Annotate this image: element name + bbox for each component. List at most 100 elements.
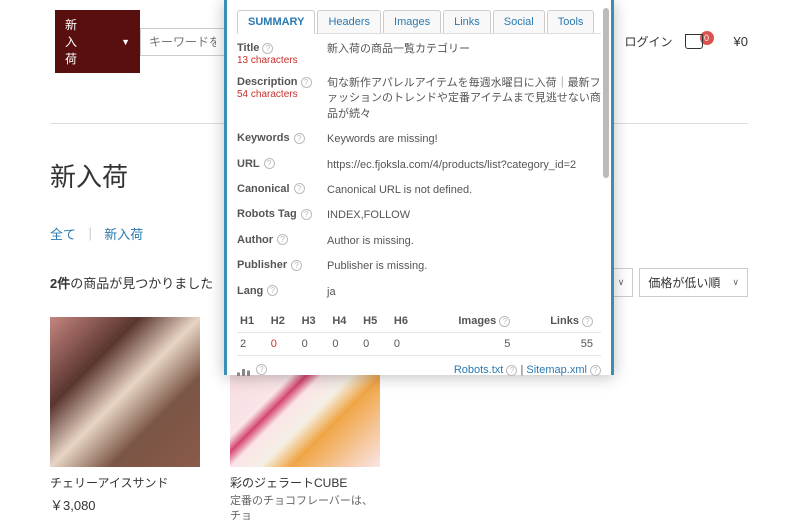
tab-summary[interactable]: SUMMARY: [237, 10, 315, 34]
meta-author-row: Author ? Author is missing.: [237, 234, 601, 249]
meta-title-row: Title ?13 characters 新入荷の商品一覧カテゴリー: [237, 42, 601, 66]
meta-canonical-value: Canonical URL is not defined.: [327, 183, 601, 198]
filter-separator: ｜: [84, 227, 97, 242]
meta-lang-row: Lang ? ja: [237, 285, 601, 300]
meta-publisher-value: Publisher is missing.: [327, 259, 601, 274]
help-icon[interactable]: ?: [301, 77, 312, 88]
cart-button[interactable]: 0: [685, 34, 714, 49]
filter-all[interactable]: 全て: [50, 227, 76, 242]
th-links: Links ?: [518, 310, 601, 333]
seo-tabs: SUMMARY Headers Images Links Social Tool…: [237, 10, 601, 34]
meta-url-label: URL ?: [237, 158, 327, 170]
sitemap-link[interactable]: Sitemap.xml: [526, 364, 587, 376]
product-description: 定番のチョコフレーバーは、チョ: [230, 494, 380, 525]
help-icon[interactable]: ?: [582, 316, 593, 327]
help-icon[interactable]: ?: [301, 209, 312, 220]
seo-summary-panel: SUMMARY Headers Images Links Social Tool…: [224, 0, 614, 375]
table-data-row: 2 0 0 0 0 0 5 55: [237, 332, 601, 355]
help-icon[interactable]: ?: [294, 133, 305, 144]
meta-desc-value: 旬な新作アパレルアイテムを毎週水曜日に入荷｜最新ファッションのトレンドや定番アイ…: [327, 76, 601, 122]
th-images: Images ?: [422, 310, 519, 333]
tab-images[interactable]: Images: [383, 10, 441, 33]
meta-keywords-value: Keywords are missing!: [327, 132, 601, 147]
chevron-down-icon: ∨: [618, 277, 625, 288]
td-h4: 0: [329, 332, 360, 355]
help-icon[interactable]: ?: [291, 260, 302, 271]
panel-footer: ? Robots.txt ? | Sitemap.xml ?: [237, 364, 601, 376]
chevron-down-icon: ∨: [732, 277, 739, 288]
result-count-suffix: の商品が見つかりました: [70, 276, 213, 291]
td-h6: 0: [391, 332, 422, 355]
help-icon[interactable]: ?: [499, 316, 510, 327]
cart-icon: [685, 34, 703, 49]
th-h6: H6: [391, 310, 422, 333]
meta-keywords-row: Keywords ? Keywords are missing!: [237, 132, 601, 147]
meta-robots-row: Robots Tag ? INDEX,FOLLOW: [237, 208, 601, 223]
meta-desc-label: Description ?54 characters: [237, 76, 327, 100]
tab-tools[interactable]: Tools: [547, 10, 595, 33]
search-input[interactable]: [140, 28, 225, 56]
meta-url-value: https://ec.fjoksla.com/4/products/list?c…: [327, 158, 601, 173]
heading-summary-table: H1 H2 H3 H4 H5 H6 Images ? Links ? 2 0 0…: [237, 310, 601, 356]
meta-desc-sub: 54 characters: [237, 89, 298, 100]
meta-author-value: Author is missing.: [327, 234, 601, 249]
meta-publisher-row: Publisher ? Publisher is missing.: [237, 259, 601, 274]
result-count: 2件の商品が見つかりました: [50, 273, 213, 292]
th-h4: H4: [329, 310, 360, 333]
td-images: 5: [422, 332, 519, 355]
category-selected-label: 新入荷: [65, 16, 81, 67]
help-icon[interactable]: ?: [267, 285, 278, 296]
meta-title-value: 新入荷の商品一覧カテゴリー: [327, 42, 601, 57]
product-name: 彩のジェラートCUBE: [230, 475, 380, 492]
sort-order-select[interactable]: 価格が低い順 ∨: [639, 268, 748, 297]
footer-links: Robots.txt ? | Sitemap.xml ?: [454, 364, 601, 376]
meta-title-sub: 13 characters: [237, 55, 298, 66]
help-icon[interactable]: ?: [256, 364, 267, 375]
td-h1: 2: [237, 332, 268, 355]
sort-order-label: 価格が低い順: [648, 274, 720, 291]
meta-author-label: Author ?: [237, 234, 327, 246]
td-h5: 0: [360, 332, 391, 355]
product-card[interactable]: チェリーアイスサンド ￥3,080: [50, 317, 200, 525]
tab-headers[interactable]: Headers: [317, 10, 381, 33]
scrollbar[interactable]: [603, 8, 609, 178]
help-icon[interactable]: ?: [264, 158, 275, 169]
meta-publisher-label: Publisher ?: [237, 259, 327, 271]
category-select[interactable]: 新入荷 ▼: [55, 10, 140, 73]
meta-keywords-label: Keywords ?: [237, 132, 327, 144]
help-icon[interactable]: ?: [277, 234, 288, 245]
meta-lang-value: ja: [327, 285, 601, 300]
meta-url-row: URL ? https://ec.fjoksla.com/4/products/…: [237, 158, 601, 173]
cart-total: ¥0: [734, 34, 748, 49]
th-h1: H1: [237, 310, 268, 333]
help-icon[interactable]: ?: [262, 43, 273, 54]
th-h5: H5: [360, 310, 391, 333]
meta-desc-row: Description ?54 characters 旬な新作アパレルアイテムを…: [237, 76, 601, 122]
chart-icon[interactable]: [237, 364, 251, 376]
filter-new[interactable]: 新入荷: [104, 227, 143, 242]
tab-social[interactable]: Social: [493, 10, 545, 33]
meta-lang-label: Lang ?: [237, 285, 327, 297]
td-links: 55: [518, 332, 601, 355]
product-name: チェリーアイスサンド: [50, 475, 200, 492]
td-h2: 0: [268, 332, 299, 355]
th-h3: H3: [299, 310, 330, 333]
help-icon[interactable]: ?: [590, 365, 601, 376]
chevron-down-icon: ▼: [121, 37, 130, 47]
login-link[interactable]: ログイン: [625, 33, 673, 50]
meta-robots-label: Robots Tag ?: [237, 208, 327, 220]
meta-title-label: Title ?13 characters: [237, 42, 327, 66]
table-header-row: H1 H2 H3 H4 H5 H6 Images ? Links ?: [237, 310, 601, 333]
meta-robots-value: INDEX,FOLLOW: [327, 208, 601, 223]
robots-link[interactable]: Robots.txt: [454, 364, 504, 376]
th-h2: H2: [268, 310, 299, 333]
help-icon[interactable]: ?: [294, 183, 305, 194]
meta-canonical-row: Canonical ? Canonical URL is not defined…: [237, 183, 601, 198]
result-count-number: 2件: [50, 276, 70, 291]
td-h3: 0: [299, 332, 330, 355]
meta-canonical-label: Canonical ?: [237, 183, 327, 195]
top-right: ログイン 0 ¥0: [625, 33, 748, 50]
tab-links[interactable]: Links: [443, 10, 491, 33]
help-icon[interactable]: ?: [506, 365, 517, 376]
product-image: [50, 317, 200, 467]
